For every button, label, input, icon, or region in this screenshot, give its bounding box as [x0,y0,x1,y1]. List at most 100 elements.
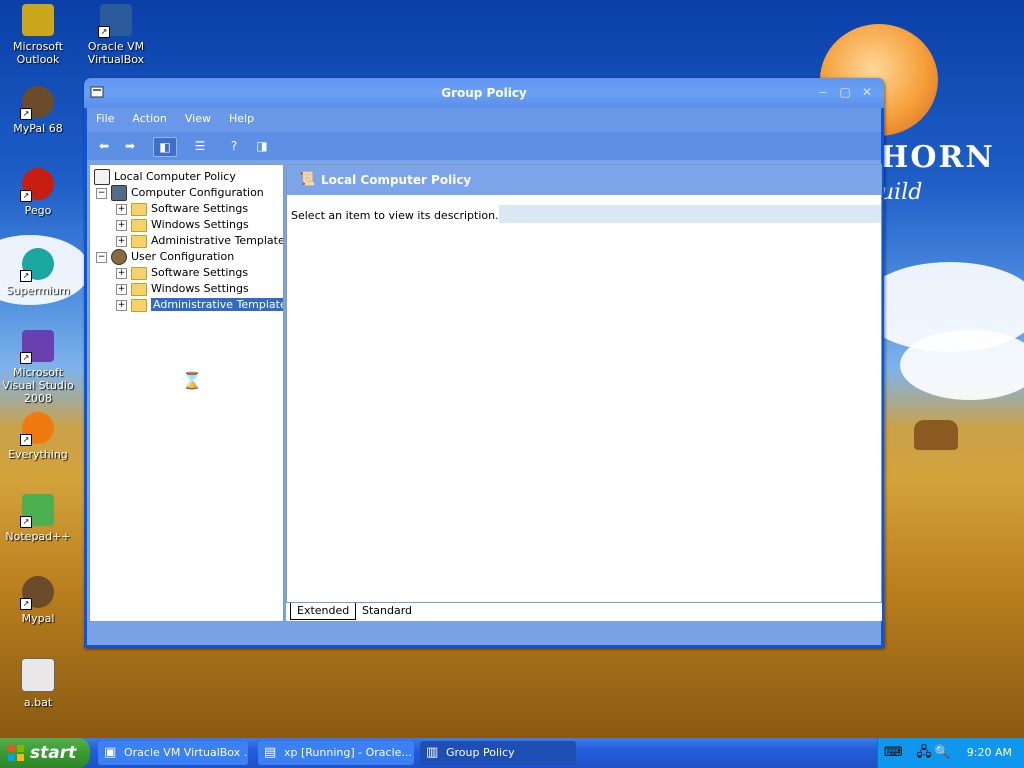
help-icon[interactable]: ? [223,137,245,155]
outlook-icon [22,4,54,36]
title-bar[interactable]: Group Policy ‒ ▢ ✕ [84,78,884,108]
desktop-icon-outlook[interactable]: Microsoft Outlook [0,4,76,66]
desktop-icon-label: Everything [8,448,68,461]
taskbar-item-virtualbox[interactable]: ▣ Oracle VM VirtualBox ... [98,741,248,765]
back-arrow-icon[interactable]: ⬅ [93,137,115,155]
start-label: start [30,743,77,763]
shortcut-arrow-icon: ↗ [20,190,32,202]
details-header: 📜 Local Computer Policy [287,165,881,195]
network-icon[interactable]: 🖧 [916,745,932,761]
vm-running-icon: ▤ [264,745,277,760]
close-button[interactable]: ✕ [858,85,876,101]
expand-icon[interactable]: + [116,219,127,231]
supermium-icon: ↗ [20,248,54,282]
brand-subtext: uild [880,180,923,205]
menu-help[interactable]: Help [220,108,263,129]
hourglass-cursor-icon: ⌛ [182,371,202,390]
tree-node-uc-software-settings[interactable]: + Software Settings [116,265,248,281]
menu-bar: File Action View Help [87,108,881,132]
shortcut-arrow-icon: ↗ [20,434,32,446]
virtualbox-icon: ▣ [104,745,117,760]
notepadpp-icon: ↗ [20,494,54,528]
shortcut-arrow-icon: ↗ [20,598,32,610]
desktop-icon-label: Supermium [6,284,70,297]
expand-icon[interactable]: + [116,267,127,279]
group-policy-window: Group Policy ‒ ▢ ✕ File Action View Help ⬅ … [84,78,884,648]
search-icon[interactable]: 🔍 [934,745,950,761]
maximize-button[interactable]: ▢ [836,85,854,101]
desktop-icon-everything[interactable]: ↗ Everything [0,412,76,461]
desktop-icon-mypal68[interactable]: ↗ MyPal 68 [0,86,76,135]
tree-node-user-configuration[interactable]: − User Configuration [96,249,234,265]
visual-studio-icon: ↗ [20,330,54,364]
list-header-bar [499,205,881,223]
window-client: Local Computer Policy − Computer Configur… [87,160,882,645]
shortcut-arrow-icon: ↗ [20,516,32,528]
clock: 9:20 AM [966,746,1012,759]
folder-icon [131,202,147,216]
desktop-icon-abat[interactable]: a.bat [0,658,76,709]
desktop-icon-virtualbox[interactable]: ↗ Oracle VM VirtualBox [78,4,154,66]
batch-file-icon [21,658,55,692]
forward-arrow-icon[interactable]: ➡ [119,137,141,155]
computer-icon [111,185,127,201]
description-text: Select an item to view its description. [291,209,499,222]
expand-icon[interactable]: + [116,283,127,295]
desktop-icon-pego[interactable]: ↗ Pego [0,168,76,217]
menu-action[interactable]: Action [123,108,175,129]
keyboard-icon[interactable]: ⌨ [884,745,903,761]
toolbar: ⬅ ➡ ◧ ☰ ? ◨ [87,132,881,161]
shortcut-arrow-icon: ↗ [98,26,110,38]
tab-standard[interactable]: Standard [356,603,418,619]
expand-icon[interactable]: + [116,235,127,247]
folder-icon [131,266,147,280]
menu-file[interactable]: File [87,108,123,129]
mypal-icon: ↗ [20,86,54,120]
desktop-icon-mypal[interactable]: ↗ Mypal [0,576,76,625]
desktop-icon-label: Microsoft Visual Studio 2008 [2,366,74,405]
mypal-icon: ↗ [20,576,54,610]
collapse-icon[interactable]: − [96,251,107,263]
user-icon [111,249,127,265]
menu-view[interactable]: View [176,108,220,129]
system-tray: ⌨ 🖧 🔍 9:20 AM [877,738,1024,768]
desktop-icon-supermium[interactable]: ↗ Supermium [0,248,76,297]
show-hide-tree-icon[interactable]: ◧ [153,137,177,157]
collapse-icon[interactable]: − [96,187,107,199]
desktop-icon-label: Microsoft Outlook [12,40,64,66]
desktop-icon-label: Oracle VM VirtualBox [87,40,145,66]
tab-extended[interactable]: Extended [290,603,357,620]
view-tabs: Extended Standard [286,602,882,621]
desktop-icon-visual-studio[interactable]: ↗ Microsoft Visual Studio 2008 [0,330,76,405]
policy-document-icon [94,169,110,185]
expand-icon[interactable]: + [116,299,127,311]
show-action-pane-icon[interactable]: ◨ [251,137,273,155]
virtualbox-icon: ↗ [98,4,132,38]
windows-logo-icon [8,745,24,761]
taskbar: start ▣ Oracle VM VirtualBox ... ▤ xp [Run… [0,738,1024,768]
tree-node-uc-administrative-templates[interactable]: + Administrative Templates [116,297,283,313]
desktop-icon-label: a.bat [23,696,53,709]
start-button[interactable]: start [0,738,90,768]
taskbar-item-group-policy[interactable]: ▥ Group Policy [420,741,576,765]
export-list-icon[interactable]: ☰ [189,137,211,155]
minimize-button[interactable]: ‒ [814,85,832,101]
tree-node-uc-windows-settings[interactable]: + Windows Settings [116,281,249,297]
expand-icon[interactable]: + [116,203,127,215]
tree-node-computer-configuration[interactable]: − Computer Configuration [96,185,264,201]
tree-node-cc-windows-settings[interactable]: + Windows Settings [116,217,249,233]
shortcut-arrow-icon: ↗ [20,352,32,364]
tree-node-cc-software-settings[interactable]: + Software Settings [116,201,248,217]
pego-icon: ↗ [20,168,54,202]
desktop-icon-label: Notepad++ [5,530,71,543]
cloud [900,330,1024,400]
taskbar-item-xp-running[interactable]: ▤ xp [Running] - Oracle... [258,741,414,765]
folder-icon [131,282,147,296]
policy-scroll-icon: 📜 [299,172,316,187]
folder-icon [131,218,147,232]
tree-node-cc-administrative-templates[interactable]: + Administrative Templates [116,233,283,249]
tree-node-root[interactable]: Local Computer Policy [94,169,236,185]
details-pane: 📜 Local Computer Policy Select an item to… [286,164,882,604]
window-title: Group Policy [441,86,527,100]
desktop-icon-notepadpp[interactable]: ↗ Notepad++ [0,494,76,543]
